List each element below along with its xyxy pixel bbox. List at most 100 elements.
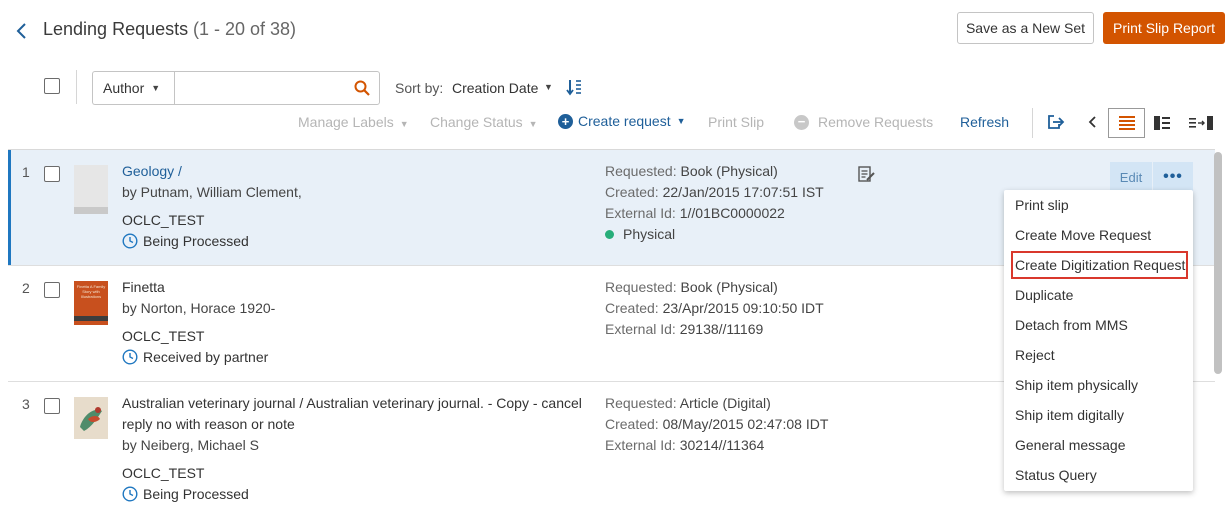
- caret-down-icon: ▼: [528, 119, 538, 129]
- refresh-button[interactable]: Refresh: [960, 114, 1009, 130]
- remove-requests-label: Remove Requests: [818, 114, 934, 130]
- details-view-button[interactable]: [1183, 108, 1219, 138]
- journal-cover-thumbnail: [74, 397, 108, 439]
- divider: [76, 70, 77, 104]
- list-view-button[interactable]: [1108, 108, 1145, 138]
- save-as-new-set-button[interactable]: Save as a New Set: [957, 12, 1094, 44]
- result-count: (1 - 20 of 38): [193, 19, 297, 39]
- requested-info: Requested: Book (Physical): [605, 279, 778, 295]
- collapse-chevron-icon[interactable]: [1088, 116, 1098, 128]
- created-value: 23/Apr/2015 09:10:50 IDT: [662, 300, 824, 316]
- record-owner: OCLC_TEST: [122, 328, 205, 344]
- row-checkbox[interactable]: [44, 282, 60, 298]
- menu-item-general-message[interactable]: General message: [1004, 430, 1193, 460]
- record-title-link[interactable]: Finetta: [122, 279, 165, 295]
- manage-labels-label: Manage Labels: [298, 114, 394, 130]
- menu-item-status-query[interactable]: Status Query: [1004, 460, 1193, 490]
- book-cover-text: Finetta A Family Story with Illustration…: [76, 284, 106, 299]
- format-info: Physical: [605, 226, 675, 242]
- record-author: by Neiberg, Michael S: [122, 437, 259, 453]
- clock-icon: [122, 233, 138, 249]
- book-cover-band: [74, 316, 108, 321]
- scrollbar-thumb[interactable]: [1214, 152, 1222, 374]
- record-owner: OCLC_TEST: [122, 212, 205, 228]
- row-actions-menu: Print slip Create Move Request Create Di…: [1004, 190, 1193, 491]
- caret-down-icon: ▼: [399, 119, 409, 129]
- record-title-continuation[interactable]: reply no with reason or note: [122, 416, 295, 432]
- external-id-label: External Id:: [605, 437, 676, 453]
- details-view-icon: [1189, 116, 1213, 130]
- record-status: Being Processed: [122, 486, 249, 502]
- record-owner: OCLC_TEST: [122, 465, 205, 481]
- create-request-label: Create request: [578, 113, 671, 129]
- bird-illustration-icon: [74, 397, 108, 439]
- menu-item-ship-digitally[interactable]: Ship item digitally: [1004, 400, 1193, 430]
- record-title-link[interactable]: Geology /: [122, 163, 182, 179]
- menu-item-ship-physically[interactable]: Ship item physically: [1004, 370, 1193, 400]
- external-id-info: External Id: 1//01BC0000022: [605, 205, 785, 221]
- menu-item-create-digitization-request[interactable]: Create Digitization Request: [1011, 251, 1188, 279]
- created-info: Created: 08/May/2015 02:47:08 IDT: [605, 416, 828, 432]
- more-actions-button[interactable]: •••: [1153, 162, 1193, 192]
- search-input[interactable]: [174, 71, 380, 105]
- requested-info: Requested: Book (Physical): [605, 163, 778, 179]
- sort-direction-icon[interactable]: [566, 78, 582, 96]
- menu-item-detach-from-mms[interactable]: Detach from MMS: [1004, 310, 1193, 340]
- create-request-button[interactable]: + Create request ▼: [558, 113, 686, 129]
- book-cover-thumbnail: Finetta A Family Story with Illustration…: [74, 281, 108, 325]
- external-id-info: External Id: 29138//11169: [605, 321, 763, 337]
- created-label: Created:: [605, 300, 659, 316]
- clock-icon: [122, 349, 138, 365]
- external-id-label: External Id:: [605, 205, 676, 221]
- export-icon[interactable]: [1047, 114, 1065, 130]
- external-id-label: External Id:: [605, 321, 676, 337]
- change-status-label: Change Status: [430, 114, 523, 130]
- search-field-value: Author: [103, 80, 145, 96]
- print-slip-button[interactable]: Print Slip: [708, 114, 764, 130]
- manage-labels-button[interactable]: Manage Labels ▼: [298, 114, 409, 130]
- clock-icon: [122, 486, 138, 502]
- book-cover-placeholder: [74, 165, 108, 214]
- menu-item-create-move-request[interactable]: Create Move Request: [1004, 220, 1193, 250]
- notes-icon[interactable]: [858, 166, 876, 183]
- change-status-button[interactable]: Change Status ▼: [430, 114, 538, 130]
- status-dot-icon: [605, 229, 614, 239]
- record-author: by Norton, Horace 1920-: [122, 300, 276, 316]
- minus-circle-icon: −: [794, 114, 809, 130]
- sort-label: Sort by:: [395, 80, 444, 96]
- page-title: Lending Requests: [43, 19, 189, 39]
- created-value: 08/May/2015 02:47:08 IDT: [662, 416, 829, 432]
- select-all-checkbox[interactable]: [44, 78, 60, 94]
- row-number: 3: [22, 396, 30, 412]
- caret-down-icon[interactable]: ▼: [544, 82, 553, 92]
- requested-label: Requested:: [605, 395, 677, 411]
- external-id-value: 1//01BC0000022: [679, 205, 785, 221]
- caret-down-icon: ▼: [676, 116, 686, 126]
- row-checkbox[interactable]: [44, 166, 60, 182]
- menu-item-print-slip[interactable]: Print slip: [1004, 190, 1193, 220]
- requested-label: Requested:: [605, 163, 677, 179]
- search-icon[interactable]: [354, 80, 370, 96]
- split-view-button[interactable]: [1146, 108, 1178, 138]
- menu-item-reject[interactable]: Reject: [1004, 340, 1193, 370]
- row-number: 1: [22, 164, 30, 180]
- row-number: 2: [22, 280, 30, 296]
- menu-item-duplicate[interactable]: Duplicate: [1004, 280, 1193, 310]
- external-id-value: 30214//11364: [679, 437, 765, 453]
- caret-down-icon: ▼: [151, 83, 161, 93]
- external-id-value: 29138//11169: [679, 321, 764, 337]
- plus-circle-icon: +: [558, 113, 573, 129]
- remove-requests-button[interactable]: − Remove Requests: [794, 114, 933, 130]
- requested-info: Requested: Article (Digital): [605, 395, 771, 411]
- split-view-icon: [1154, 116, 1170, 130]
- back-arrow-icon[interactable]: [14, 20, 30, 42]
- print-slip-report-button[interactable]: Print Slip Report: [1103, 12, 1225, 44]
- requested-value: Book (Physical): [680, 279, 778, 295]
- sort-select[interactable]: Creation Date: [452, 80, 538, 96]
- record-title-link[interactable]: Australian veterinary journal / Australi…: [122, 395, 582, 411]
- created-info: Created: 23/Apr/2015 09:10:50 IDT: [605, 300, 824, 316]
- search-field-select[interactable]: Author ▼: [92, 71, 175, 105]
- row-checkbox[interactable]: [44, 398, 60, 414]
- edit-button[interactable]: Edit: [1110, 162, 1152, 192]
- created-label: Created:: [605, 184, 659, 200]
